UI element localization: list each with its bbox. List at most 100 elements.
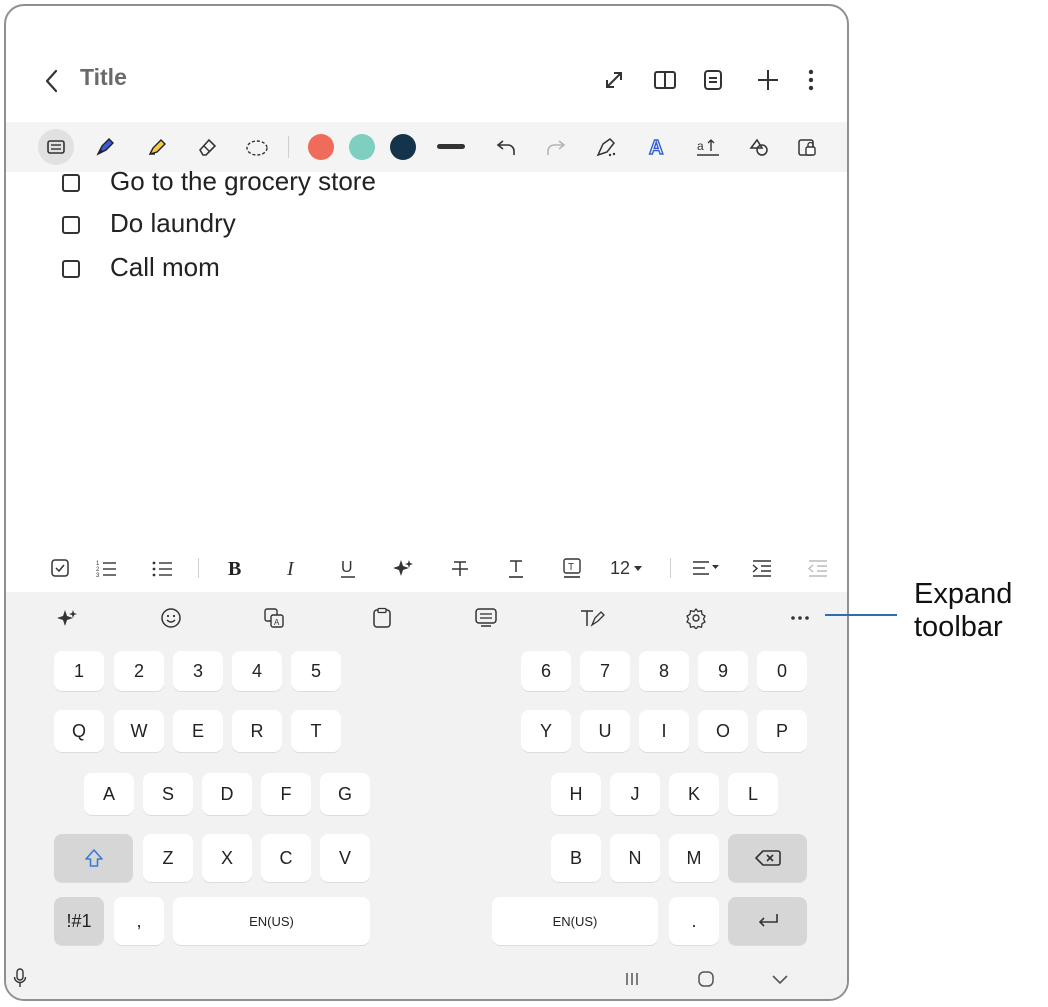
key-o[interactable]: O	[698, 710, 748, 752]
key-g[interactable]: G	[320, 773, 370, 815]
text-color-icon[interactable]	[502, 554, 530, 582]
text-background-icon[interactable]: T	[558, 554, 586, 582]
key-d[interactable]: D	[202, 773, 252, 815]
clipboard-icon[interactable]	[368, 604, 396, 632]
bullet-list-icon[interactable]	[148, 554, 176, 582]
key-s[interactable]: S	[143, 773, 193, 815]
indent-icon[interactable]	[748, 554, 776, 582]
checklist-item-1[interactable]: Go to the grocery store	[110, 166, 376, 197]
key-w[interactable]: W	[114, 710, 164, 752]
enter-key[interactable]	[728, 897, 807, 945]
key-j[interactable]: J	[610, 773, 660, 815]
more-vertical-icon[interactable]	[801, 66, 821, 94]
checkbox-item-2[interactable]	[62, 216, 80, 234]
hide-keyboard-chevron-icon[interactable]	[766, 966, 794, 992]
redo-icon[interactable]	[541, 132, 571, 162]
shift-key[interactable]	[54, 834, 133, 882]
key-h[interactable]: H	[551, 773, 601, 815]
color-swatch-coral[interactable]	[305, 131, 337, 163]
text-size-icon[interactable]: a	[692, 132, 726, 162]
backspace-key[interactable]	[728, 834, 807, 882]
page-layout-icon[interactable]	[699, 66, 727, 94]
key-b[interactable]: B	[551, 834, 601, 882]
key-f[interactable]: F	[261, 773, 311, 815]
key-r[interactable]: R	[232, 710, 282, 752]
pen-toolbar: A a	[6, 122, 847, 172]
key-c[interactable]: C	[261, 834, 311, 882]
ai-sparkle-icon[interactable]	[54, 604, 82, 632]
handwriting-icon[interactable]	[576, 604, 608, 632]
comma-key[interactable]: ,	[114, 897, 164, 945]
keyboard-mode-icon[interactable]	[472, 604, 500, 632]
checklist-item-3[interactable]: Call mom	[110, 252, 220, 283]
lock-icon[interactable]	[792, 132, 822, 162]
text-align-icon[interactable]	[688, 554, 724, 582]
key-k[interactable]: K	[669, 773, 719, 815]
key-e[interactable]: E	[173, 710, 223, 752]
color-swatch-mint[interactable]	[346, 131, 378, 163]
key-t[interactable]: T	[291, 710, 341, 752]
undo-icon[interactable]	[491, 132, 521, 162]
key-i[interactable]: I	[639, 710, 689, 752]
book-icon[interactable]	[651, 66, 679, 94]
add-icon[interactable]	[754, 66, 782, 94]
period-key[interactable]: .	[669, 897, 719, 945]
stroke-thickness-icon[interactable]	[434, 132, 468, 162]
key-x[interactable]: X	[202, 834, 252, 882]
symbols-key[interactable]: !#1	[54, 897, 104, 945]
checkbox-format-icon[interactable]	[46, 554, 74, 582]
lasso-select-icon[interactable]	[242, 132, 272, 162]
italic-icon[interactable]: I	[278, 554, 306, 582]
note-title[interactable]: Title	[80, 64, 127, 91]
outdent-icon[interactable]	[804, 554, 832, 582]
space-key-right[interactable]: EN(US)	[492, 897, 658, 945]
strikethrough-icon[interactable]	[446, 554, 474, 582]
key-m[interactable]: M	[669, 834, 719, 882]
color-swatch-navy[interactable]	[387, 131, 419, 163]
key-p[interactable]: P	[757, 710, 807, 752]
shape-pen-icon[interactable]	[592, 132, 622, 162]
checkbox-item-3[interactable]	[62, 260, 80, 278]
key-7[interactable]: 7	[580, 651, 630, 691]
underline-icon[interactable]: U	[334, 554, 362, 582]
key-8[interactable]: 8	[639, 651, 689, 691]
key-y[interactable]: Y	[521, 710, 571, 752]
key-1[interactable]: 1	[54, 651, 104, 691]
key-9[interactable]: 9	[698, 651, 748, 691]
eraser-icon[interactable]	[192, 132, 222, 162]
back-chevron-icon[interactable]	[40, 66, 64, 96]
key-3[interactable]: 3	[173, 651, 223, 691]
numbered-list-icon[interactable]: 123	[92, 554, 120, 582]
key-0[interactable]: 0	[757, 651, 807, 691]
ai-sparkle-icon[interactable]	[390, 554, 418, 582]
key-a[interactable]: A	[84, 773, 134, 815]
settings-gear-icon[interactable]	[682, 604, 710, 632]
bold-icon[interactable]: B	[221, 554, 249, 582]
checklist-item-2[interactable]: Do laundry	[110, 208, 236, 239]
key-4[interactable]: 4	[232, 651, 282, 691]
key-u[interactable]: U	[580, 710, 630, 752]
key-n[interactable]: N	[610, 834, 660, 882]
space-key-left[interactable]: EN(US)	[173, 897, 370, 945]
fountain-pen-icon[interactable]	[90, 132, 120, 162]
key-6[interactable]: 6	[521, 651, 571, 691]
expand-diagonal-icon[interactable]	[600, 66, 628, 94]
checkbox-item-1[interactable]	[62, 174, 80, 192]
more-horizontal-icon[interactable]	[786, 604, 814, 632]
microphone-icon[interactable]	[8, 964, 32, 992]
text-style-icon[interactable]: A	[642, 132, 672, 162]
keyboard-mode-icon[interactable]	[38, 129, 74, 165]
recent-apps-icon[interactable]	[618, 966, 646, 992]
key-2[interactable]: 2	[114, 651, 164, 691]
key-z[interactable]: Z	[143, 834, 193, 882]
key-v[interactable]: V	[320, 834, 370, 882]
font-size-dropdown[interactable]: 12	[610, 556, 654, 580]
home-icon[interactable]	[692, 966, 720, 992]
key-q[interactable]: Q	[54, 710, 104, 752]
key-5[interactable]: 5	[291, 651, 341, 691]
emoji-icon[interactable]	[157, 604, 185, 632]
translate-icon[interactable]: A	[260, 604, 288, 632]
key-l[interactable]: L	[728, 773, 778, 815]
shapes-icon[interactable]	[744, 132, 774, 162]
highlighter-icon[interactable]	[142, 132, 172, 162]
